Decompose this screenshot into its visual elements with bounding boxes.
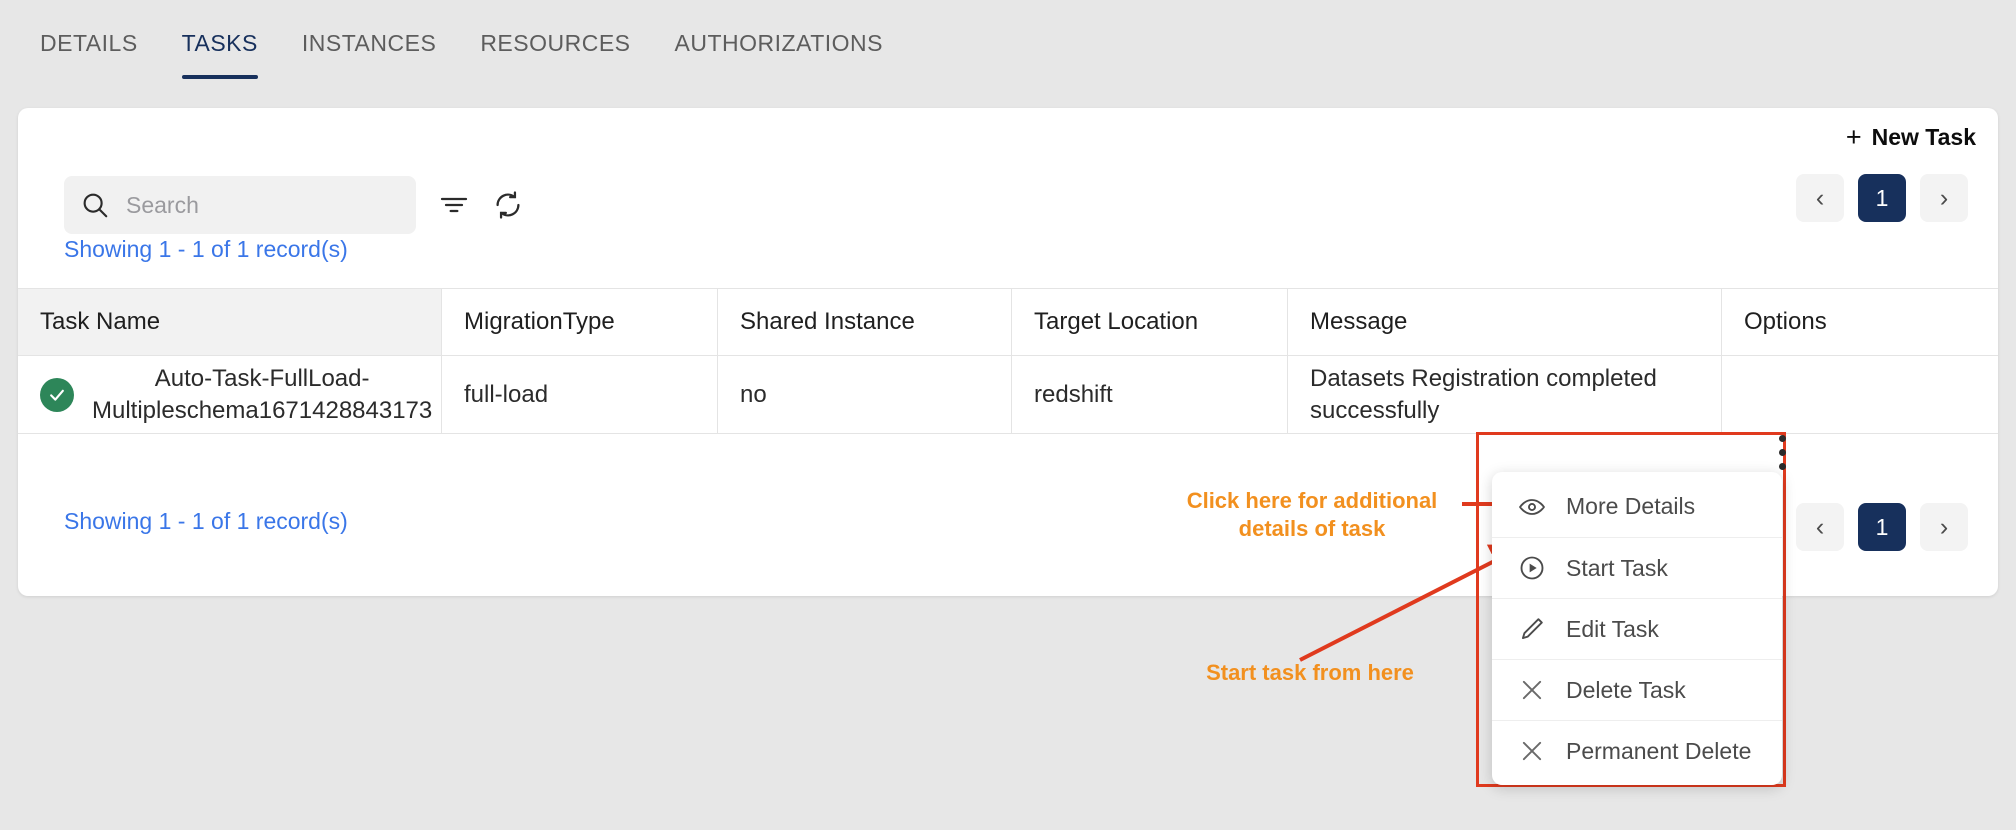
tab-instances[interactable]: INSTANCES	[280, 0, 458, 79]
cell-target-location: redshift	[1012, 356, 1288, 434]
cell-shared-instance: no	[718, 356, 1012, 434]
menu-item-edit-task[interactable]: Edit Task	[1492, 598, 1782, 659]
column-header-options: Options	[1722, 288, 1998, 356]
close-x-icon	[1518, 676, 1546, 704]
column-header-shared-instance: Shared Instance	[718, 288, 1012, 356]
table-toolbar	[64, 176, 524, 234]
tab-authorizations[interactable]: AUTHORIZATIONS	[653, 0, 905, 79]
menu-item-start-task[interactable]: Start Task	[1492, 537, 1782, 598]
tab-label: RESOURCES	[480, 30, 631, 56]
tab-label: TASKS	[181, 30, 258, 56]
menu-item-more-details[interactable]: More Details	[1492, 476, 1782, 537]
search-box[interactable]	[64, 176, 416, 234]
column-header-message: Message	[1288, 288, 1722, 356]
page-number-button[interactable]: 1	[1858, 503, 1906, 551]
menu-item-label: Delete Task	[1566, 676, 1686, 703]
prev-page-button[interactable]: ‹	[1796, 503, 1844, 551]
menu-item-label: More Details	[1566, 493, 1696, 519]
close-x-icon	[1518, 737, 1546, 765]
pagination-top: ‹ 1 ›	[1796, 174, 1968, 222]
cell-message: Datasets Registration completed successf…	[1288, 356, 1722, 434]
status-success-icon	[40, 377, 74, 412]
tab-label: DETAILS	[40, 30, 138, 56]
cell-options	[1722, 356, 1998, 434]
kebab-dot	[1779, 463, 1786, 470]
tab-bar: DETAILS TASKS INSTANCES RESOURCES AUTHOR…	[0, 0, 2016, 88]
kebab-dot	[1779, 435, 1786, 442]
eye-icon	[1518, 493, 1546, 521]
new-task-label: New Task	[1871, 124, 1976, 150]
menu-item-label: Edit Task	[1566, 615, 1659, 642]
new-task-button[interactable]: + New Task	[1846, 124, 1976, 151]
plus-icon: +	[1845, 122, 1862, 152]
play-circle-icon	[1518, 554, 1546, 582]
menu-item-label: Permanent Delete	[1566, 737, 1752, 764]
menu-item-permanent-delete[interactable]: Permanent Delete	[1492, 720, 1782, 781]
records-summary-bottom[interactable]: Showing 1 - 1 of 1 record(s)	[64, 508, 348, 535]
menu-item-label: Start Task	[1566, 554, 1668, 581]
pencil-icon	[1518, 615, 1546, 643]
tab-tasks[interactable]: TASKS	[160, 0, 280, 79]
pagination-bottom: ‹ 1 ›	[1796, 503, 1968, 551]
task-name-text: Auto-Task-FullLoad-Multipleschema1671428…	[92, 364, 433, 424]
table-row[interactable]: Auto-Task-FullLoad-Multipleschema1671428…	[18, 356, 1998, 434]
filter-icon[interactable]	[438, 189, 470, 221]
table-header-row: Task Name MigrationType Shared Instance …	[18, 288, 1998, 356]
search-icon	[80, 190, 110, 220]
kebab-menu-icon[interactable]	[1779, 435, 1786, 470]
tab-details[interactable]: DETAILS	[18, 0, 160, 79]
cell-migration-type: full-load	[442, 356, 718, 434]
tab-resources[interactable]: RESOURCES	[458, 0, 652, 79]
tab-label: INSTANCES	[301, 30, 437, 56]
menu-item-delete-task[interactable]: Delete Task	[1492, 659, 1782, 720]
message-text: Datasets Registration completed successf…	[1310, 364, 1657, 424]
tab-label: AUTHORIZATIONS	[674, 30, 883, 56]
tasks-table: Task Name MigrationType Shared Instance …	[18, 288, 1998, 434]
column-header-target-location: Target Location	[1012, 288, 1288, 356]
next-page-button[interactable]: ›	[1920, 503, 1968, 551]
refresh-icon[interactable]	[492, 189, 524, 221]
column-header-task-name: Task Name	[18, 288, 442, 356]
annotation-more-details: Click here for additional details of tas…	[1186, 488, 1438, 542]
kebab-dot	[1779, 449, 1786, 456]
cell-task-name: Auto-Task-FullLoad-Multipleschema1671428…	[18, 356, 442, 434]
annotation-start-task: Start task from here	[1206, 660, 1414, 685]
search-input[interactable]	[124, 190, 400, 220]
task-options-menu: More Details Start Task Edit Task Delete…	[1492, 472, 1782, 785]
column-header-migration-type: MigrationType	[442, 288, 718, 356]
page-number-button[interactable]: 1	[1858, 174, 1906, 222]
records-summary-top[interactable]: Showing 1 - 1 of 1 record(s)	[64, 236, 348, 263]
next-page-button[interactable]: ›	[1920, 174, 1968, 222]
prev-page-button[interactable]: ‹	[1796, 174, 1844, 222]
